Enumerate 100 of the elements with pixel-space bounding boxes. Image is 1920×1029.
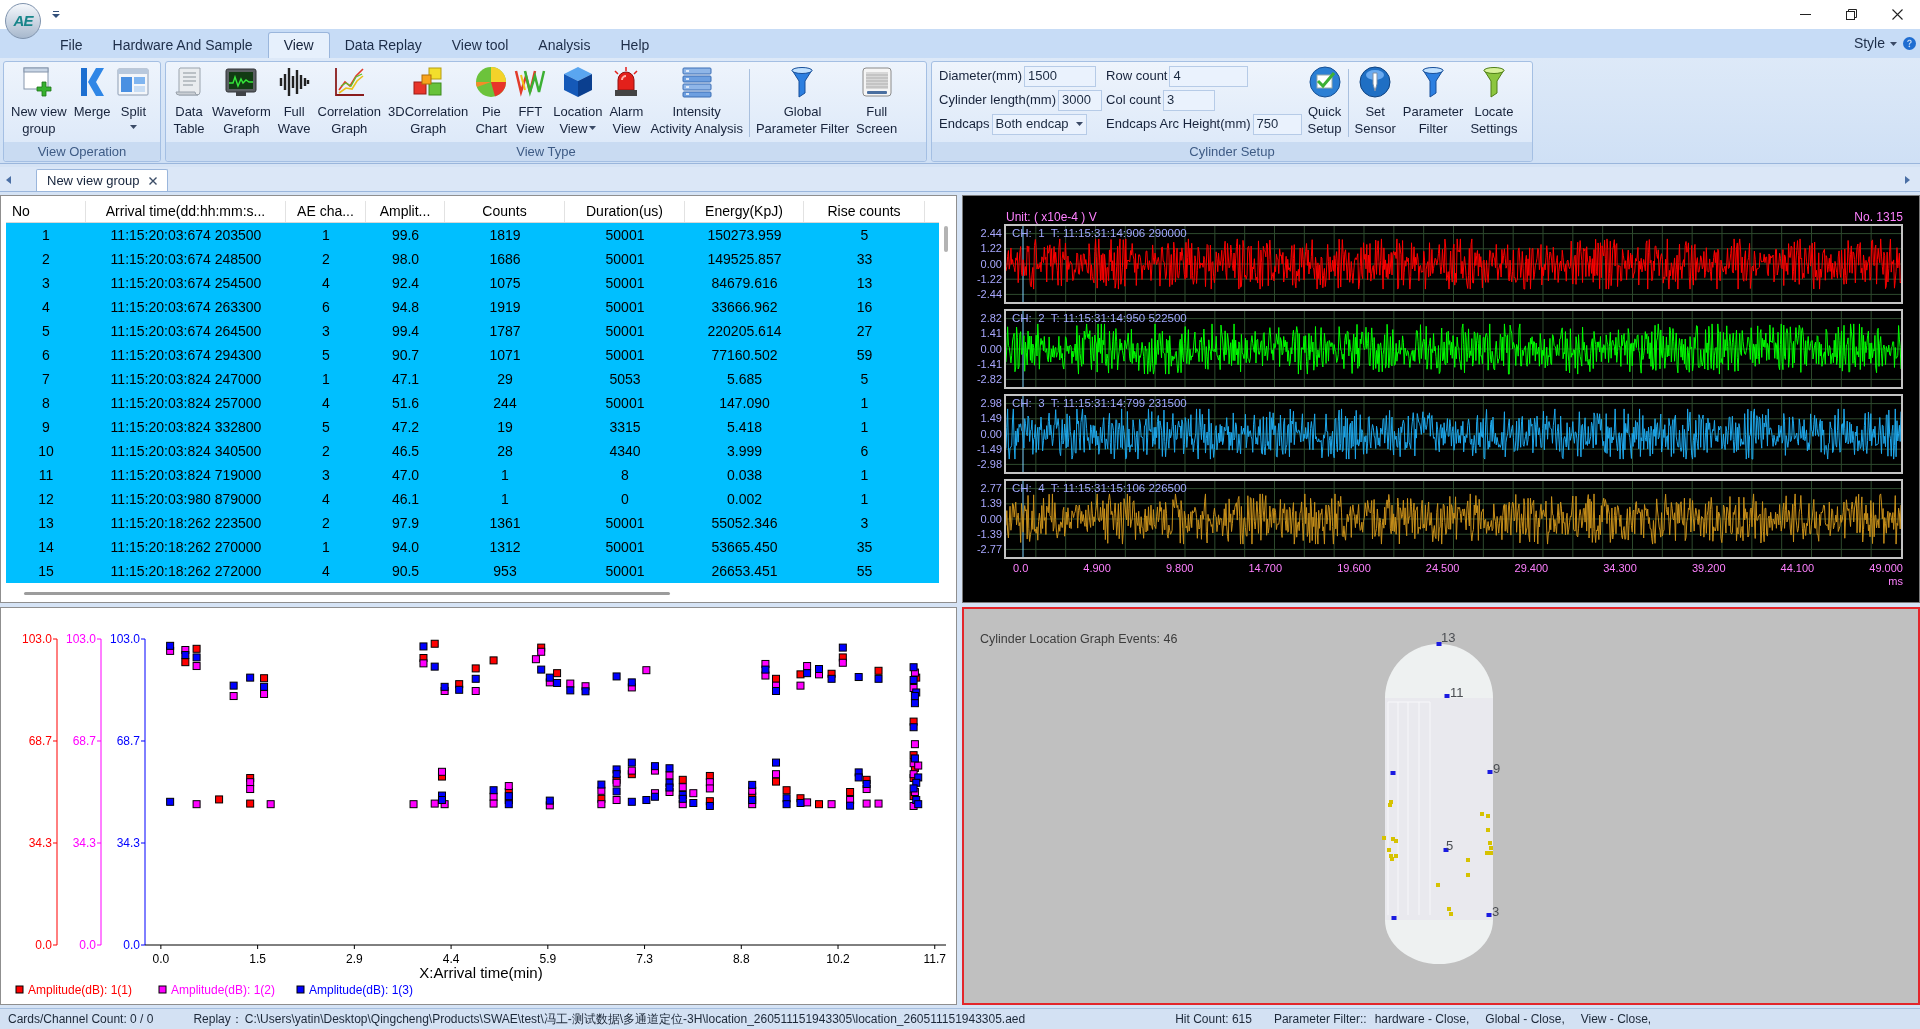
- status-text: hardware - Close,: [1374, 1011, 1470, 1028]
- table-cell-text: 5.418: [725, 417, 763, 437]
- table-cell-text: 3: [859, 513, 870, 533]
- table-cell-text: 220205.614: [706, 321, 783, 341]
- y-tick-label: 68.7: [72, 734, 96, 748]
- sensor-label: 13: [1441, 630, 1456, 645]
- channel-label: CH: 4 T: 11:15:31:15:106 226500: [1012, 481, 1187, 495]
- legend-label: Amplitude(dB): 1(2): [171, 983, 276, 997]
- table-cell-text: 28: [496, 441, 514, 461]
- y-tick-label: 1.22: [980, 242, 1002, 256]
- table-cell-text: 6: [321, 297, 331, 317]
- field-label: Cylinder length(mm): [939, 91, 1057, 110]
- table-cell-text: 3315: [608, 417, 642, 437]
- table-cell-text: 2: [41, 249, 51, 269]
- table-cell-text: 50001: [604, 345, 646, 365]
- y-tick-label: 2.44: [980, 227, 1002, 240]
- sensor-label: 9: [1493, 761, 1501, 776]
- table-cell-text: 99.6: [390, 225, 421, 245]
- table-cell-text: 50001: [604, 249, 646, 269]
- x-tick-label: 11.7: [923, 952, 946, 966]
- table-cell-text: 50001: [604, 393, 646, 413]
- group-label: View Type: [166, 142, 926, 161]
- status-text: Cards/Channel Count: 0 / 0: [8, 1011, 154, 1028]
- table-cell-text: 27: [855, 321, 874, 341]
- table-cell-text: 47.1: [390, 369, 421, 389]
- status-text: Hit Count: 615: [1175, 1011, 1252, 1028]
- y-tick-label: -1.41: [976, 357, 1002, 371]
- table-cell-text: 50001: [604, 321, 646, 341]
- x-tick-label: 9.800: [1165, 562, 1194, 575]
- table-cell-text: 1: [500, 489, 510, 509]
- table-cell-text: 3: [321, 465, 331, 485]
- table-cell-text: 1071: [488, 345, 522, 365]
- table-cell-text: 11:15:20:03:824 247000: [109, 369, 263, 389]
- table-cell-text: 11:15:20:03:674 248500: [109, 249, 263, 269]
- table-cell-text: 5.685: [725, 369, 763, 389]
- x-tick-label: 0.0: [152, 952, 170, 966]
- table-cell-text: 7: [41, 369, 51, 389]
- table-cell-text: 0.038: [725, 465, 763, 485]
- table-cell-text: 3: [321, 321, 331, 341]
- table-cell-text: 11:15:20:03:824 340500: [109, 441, 263, 461]
- table-cell-text: 0: [620, 489, 630, 509]
- table-cell-text: 11:15:20:03:674 294300: [109, 345, 263, 365]
- x-tick-label: 4.900: [1083, 562, 1111, 575]
- table-cell-text: 97.9: [390, 513, 421, 533]
- y-tick-label: 0.0: [79, 938, 96, 952]
- table-cell-text: 11:15:20:03:824 719000: [109, 465, 263, 485]
- table-cell-text: 11:15:20:18:262 272000: [109, 561, 263, 581]
- legend-label: Amplitude(dB): 1(1): [28, 983, 133, 997]
- table-cell-text: 1: [859, 465, 870, 485]
- table-cell-text: 1075: [488, 273, 522, 293]
- field-label: Col count: [1106, 91, 1161, 110]
- y-tick-label: 103.0: [109, 632, 140, 646]
- table-cell-text: 15: [37, 561, 55, 581]
- table-cell-text: 5: [859, 369, 870, 389]
- field-label: Endcaps Arc Height(mm): [1106, 115, 1251, 134]
- table-cell-text: 50001: [604, 273, 646, 293]
- y-tick-label: -2.98: [976, 458, 1002, 471]
- table-cell-text: 1819: [488, 225, 522, 245]
- axis-title: X:Arrival time(min): [419, 964, 543, 981]
- sensor-label: 3: [1492, 904, 1500, 919]
- x-tick-label: 29.400: [1514, 562, 1549, 575]
- table-cell-text: 5: [859, 225, 870, 245]
- table-cell-text: 47.2: [390, 417, 421, 437]
- y-tick-label: 0.00: [980, 257, 1002, 271]
- group-label: View Operation: [4, 142, 160, 161]
- table-cell-text: 4: [321, 393, 331, 413]
- table-cell-text: 1: [41, 225, 51, 245]
- x-tick-label: 8.8: [732, 952, 750, 966]
- table-cell-text: 53665.450: [710, 537, 779, 557]
- y-tick-label: -2.77: [976, 543, 1002, 556]
- table-cell-text: 50001: [604, 513, 646, 533]
- y-tick-label: 68.7: [116, 734, 140, 748]
- table-cell-text: 2: [321, 513, 331, 533]
- table-cell-text: 8: [41, 393, 51, 413]
- table-cell-text: 5: [321, 345, 331, 365]
- table-cell-text: 1686: [488, 249, 522, 269]
- table-cell-text: 11: [37, 465, 55, 485]
- y-tick-label: 103.0: [21, 632, 52, 646]
- table-cell-text: 13: [37, 513, 55, 533]
- table-cell-text: 149525.857: [706, 249, 783, 269]
- table-cell-text: 11:15:20:03:674 264500: [109, 321, 263, 341]
- table-cell-text: 12: [37, 489, 55, 509]
- channel-label: CH: 3 T: 11:15:31:14:799 231500: [1012, 396, 1187, 410]
- x-tick-label: 24.500: [1425, 562, 1460, 575]
- table-cell-text: 13: [855, 273, 874, 293]
- table-cell-text: 1312: [488, 537, 522, 557]
- table-cell-text: 1: [321, 369, 331, 389]
- table-cell-text: 1: [321, 225, 331, 245]
- y-tick-label: 1.41: [980, 327, 1002, 341]
- table-cell-text: 26653.451: [710, 561, 779, 581]
- x-tick-label: 44.100: [1780, 562, 1815, 575]
- file-path: C:\Users\yatin\Desktop\Qingcheng\Products\SWAE\test\冯工-测试数据\多通道定位-3H\location_260511151943305\location_260511151943305.aed: [244, 1011, 1026, 1028]
- table-cell-text: 90.5: [390, 561, 421, 581]
- table-cell-text: 77160.502: [710, 345, 779, 365]
- x-tick-label: 34.300: [1603, 562, 1637, 575]
- table-cell-text: 50001: [604, 537, 646, 557]
- channel-label: CH: 2 T: 11:15:31:14:950 522500: [1012, 311, 1187, 325]
- y-tick-label: 2.82: [980, 312, 1002, 325]
- table-cell-text: 4: [321, 489, 331, 509]
- group-label: Cylinder Setup: [932, 142, 1532, 161]
